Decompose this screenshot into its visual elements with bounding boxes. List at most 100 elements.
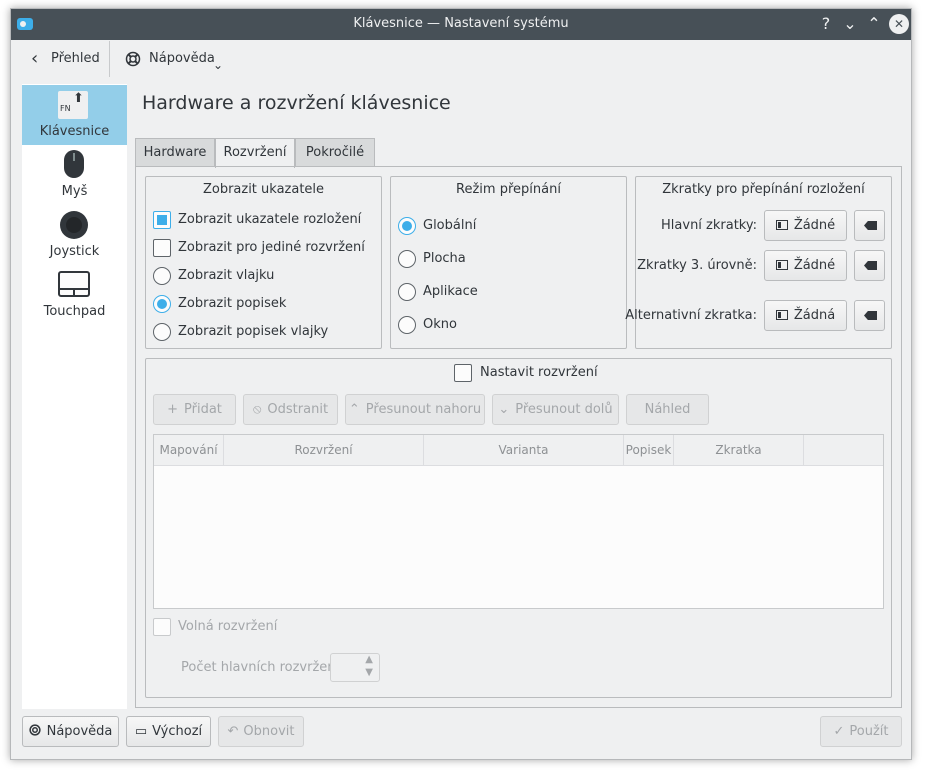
layouts-table[interactable]: Mapování Rozvržení Varianta Popisek Zkra… xyxy=(153,434,884,609)
window-title: Klávesnice — Nastavení systému xyxy=(353,16,569,31)
close-icon[interactable]: ✕ xyxy=(889,14,909,34)
defaults-button[interactable]: ▭ Výchozí xyxy=(126,716,211,747)
reset-label: Obnovit xyxy=(243,724,295,739)
overview-button[interactable]: ‹ Přehled xyxy=(29,47,109,71)
maximize-icon[interactable]: ⌃ xyxy=(864,14,884,34)
show-single-checkbox[interactable] xyxy=(153,239,171,257)
layouts-group: Nastavit rozvržení + Přidat ⦸ Odstranit ⌃ P… xyxy=(145,358,892,698)
remove-layout-button[interactable]: ⦸ Odstranit xyxy=(243,394,338,425)
alternative-shortcut-button[interactable]: Žádná xyxy=(764,300,847,331)
sidebar-item-keyboard[interactable]: FN ⬆ Klávesnice xyxy=(22,85,127,145)
show-flag-label-radio[interactable] xyxy=(153,323,171,341)
help-menu-label: Nápověda xyxy=(149,51,215,66)
help-menu-button[interactable]: Nápověda ⌄ xyxy=(123,47,233,72)
configure-layouts-checkbox[interactable] xyxy=(454,364,472,382)
preview-button[interactable]: Náhled xyxy=(626,394,709,425)
tab-advanced[interactable]: Pokročilé xyxy=(295,138,375,167)
sidebar-item-joystick[interactable]: Joystick xyxy=(22,205,127,265)
touchpad-icon xyxy=(58,271,90,297)
add-layout-button[interactable]: + Přidat xyxy=(153,394,236,425)
reset-button[interactable]: ↶ Obnovit xyxy=(218,716,304,747)
settings-window: Klávesnice — Nastavení systému ? ⌄ ⌃ ✕ ‹… xyxy=(10,8,912,760)
clear-main-shortcut-icon[interactable] xyxy=(854,210,885,241)
show-single-label: Zobrazit pro jediné rozvržení xyxy=(178,240,365,255)
mode-global-radio[interactable] xyxy=(398,217,416,235)
help-icon[interactable]: ? xyxy=(816,14,836,34)
show-indicator-checkbox[interactable] xyxy=(153,211,171,229)
joystick-icon xyxy=(60,211,88,239)
shortcut-icon xyxy=(775,220,788,230)
move-up-button[interactable]: ⌃ Přesunout nahoru xyxy=(345,394,485,425)
indicator-group-title: Zobrazit ukazatele xyxy=(202,182,325,197)
main-shortcut-button[interactable]: Žádné xyxy=(764,210,847,241)
keyboard-icon: FN ⬆ xyxy=(58,91,88,119)
clear-alternative-shortcut-icon[interactable] xyxy=(854,300,885,331)
clear-third-level-shortcut-icon[interactable] xyxy=(854,250,885,281)
column-header-map[interactable]: Mapování xyxy=(154,435,224,466)
remove-icon: ⦸ xyxy=(252,402,262,417)
undo-icon: ↶ xyxy=(227,724,239,739)
lifebuoy-icon xyxy=(28,724,41,736)
arrow-down-icon: ⌄ xyxy=(498,402,510,417)
show-label-radio[interactable] xyxy=(153,295,171,313)
title-bar[interactable]: Klávesnice — Nastavení systému ? ⌄ ⌃ ✕ xyxy=(11,9,911,40)
apply-label: Použít xyxy=(849,724,889,739)
check-icon: ✓ xyxy=(833,724,845,739)
column-header-label[interactable]: Popisek xyxy=(624,435,674,466)
sidebar-item-label: Myš xyxy=(61,184,88,199)
overview-label: Přehled xyxy=(51,51,100,66)
spin-up-icon: ▲ xyxy=(365,654,373,665)
mode-application-radio[interactable] xyxy=(398,283,416,301)
arrow-up-icon: ⌃ xyxy=(348,402,360,417)
minimize-icon[interactable]: ⌄ xyxy=(840,14,860,34)
move-down-label: Přesunout dolů xyxy=(515,402,613,417)
mode-desktop-radio[interactable] xyxy=(398,250,416,268)
shortcut-icon xyxy=(775,310,788,320)
defaults-label: Výchozí xyxy=(152,724,203,739)
configure-layouts-label: Nastavit rozvržení xyxy=(480,365,598,380)
spare-layouts-checkbox[interactable] xyxy=(153,618,171,636)
chevron-down-icon: ⌄ xyxy=(213,58,224,72)
mode-application-label: Aplikace xyxy=(423,284,478,299)
indicator-group: Zobrazit ukazatele Zobrazit ukazatele ro… xyxy=(145,176,382,349)
tab-hardware[interactable]: Hardware xyxy=(135,138,215,167)
lifebuoy-icon xyxy=(125,51,141,67)
main-shortcut-label: Hlavní zkratky: xyxy=(661,218,757,233)
spare-layouts-label: Volná rozvržení xyxy=(178,619,278,634)
shortcut-icon xyxy=(775,260,788,270)
show-flag-radio[interactable] xyxy=(153,267,171,285)
page-title: Hardware a rozvržení klávesnice xyxy=(142,92,451,114)
switch-mode-title: Režim přepínání xyxy=(456,182,561,197)
fn-key-label: FN xyxy=(60,104,71,113)
sidebar: FN ⬆ Klávesnice Myš Joystick Touchpad xyxy=(22,84,127,709)
sidebar-item-touchpad[interactable]: Touchpad xyxy=(22,265,127,325)
column-header-layout[interactable]: Rozvržení xyxy=(224,435,424,466)
back-chevron-icon: ‹ xyxy=(31,48,39,69)
defaults-icon: ▭ xyxy=(134,724,148,739)
move-down-button[interactable]: ⌄ Přesunout dolů xyxy=(492,394,619,425)
sidebar-item-mouse[interactable]: Myš xyxy=(22,145,127,205)
toolbar-divider xyxy=(109,41,110,77)
main-layout-count-label: Počet hlavních rozvržení: xyxy=(181,660,344,675)
shortcuts-group: Zkratky pro přepínání rozložení Hlavní z… xyxy=(625,176,892,349)
help-button[interactable]: Nápověda xyxy=(22,716,119,747)
third-level-shortcut-label: Zkratky 3. úrovně: xyxy=(637,258,757,273)
show-flag-label-label: Zobrazit popisek vlajky xyxy=(178,324,329,339)
apply-button[interactable]: ✓ Použít xyxy=(820,716,902,747)
mode-window-radio[interactable] xyxy=(398,316,416,334)
show-indicator-label: Zobrazit ukazatele rozložení xyxy=(178,212,362,227)
alternative-shortcut-label: Alternativní zkratka: xyxy=(625,308,757,323)
third-level-shortcut-button[interactable]: Žádné xyxy=(764,250,847,281)
plus-icon: + xyxy=(167,402,178,417)
main-layout-count-spinbox[interactable]: ▲ ▼ xyxy=(330,653,380,682)
tab-layouts[interactable]: Rozvržení xyxy=(215,138,295,168)
spin-down-icon: ▼ xyxy=(365,667,373,678)
table-header: Mapování Rozvržení Varianta Popisek Zkra… xyxy=(154,435,883,466)
remove-label: Odstranit xyxy=(267,402,329,417)
switch-mode-group: Režim přepínání Globální Plocha Aplikace… xyxy=(390,176,627,349)
show-label-label: Zobrazit popisek xyxy=(178,296,287,311)
sidebar-item-label: Joystick xyxy=(49,244,100,259)
column-header-shortcut[interactable]: Zkratka xyxy=(674,435,804,466)
move-up-label: Přesunout nahoru xyxy=(365,402,482,417)
column-header-variant[interactable]: Varianta xyxy=(424,435,624,466)
